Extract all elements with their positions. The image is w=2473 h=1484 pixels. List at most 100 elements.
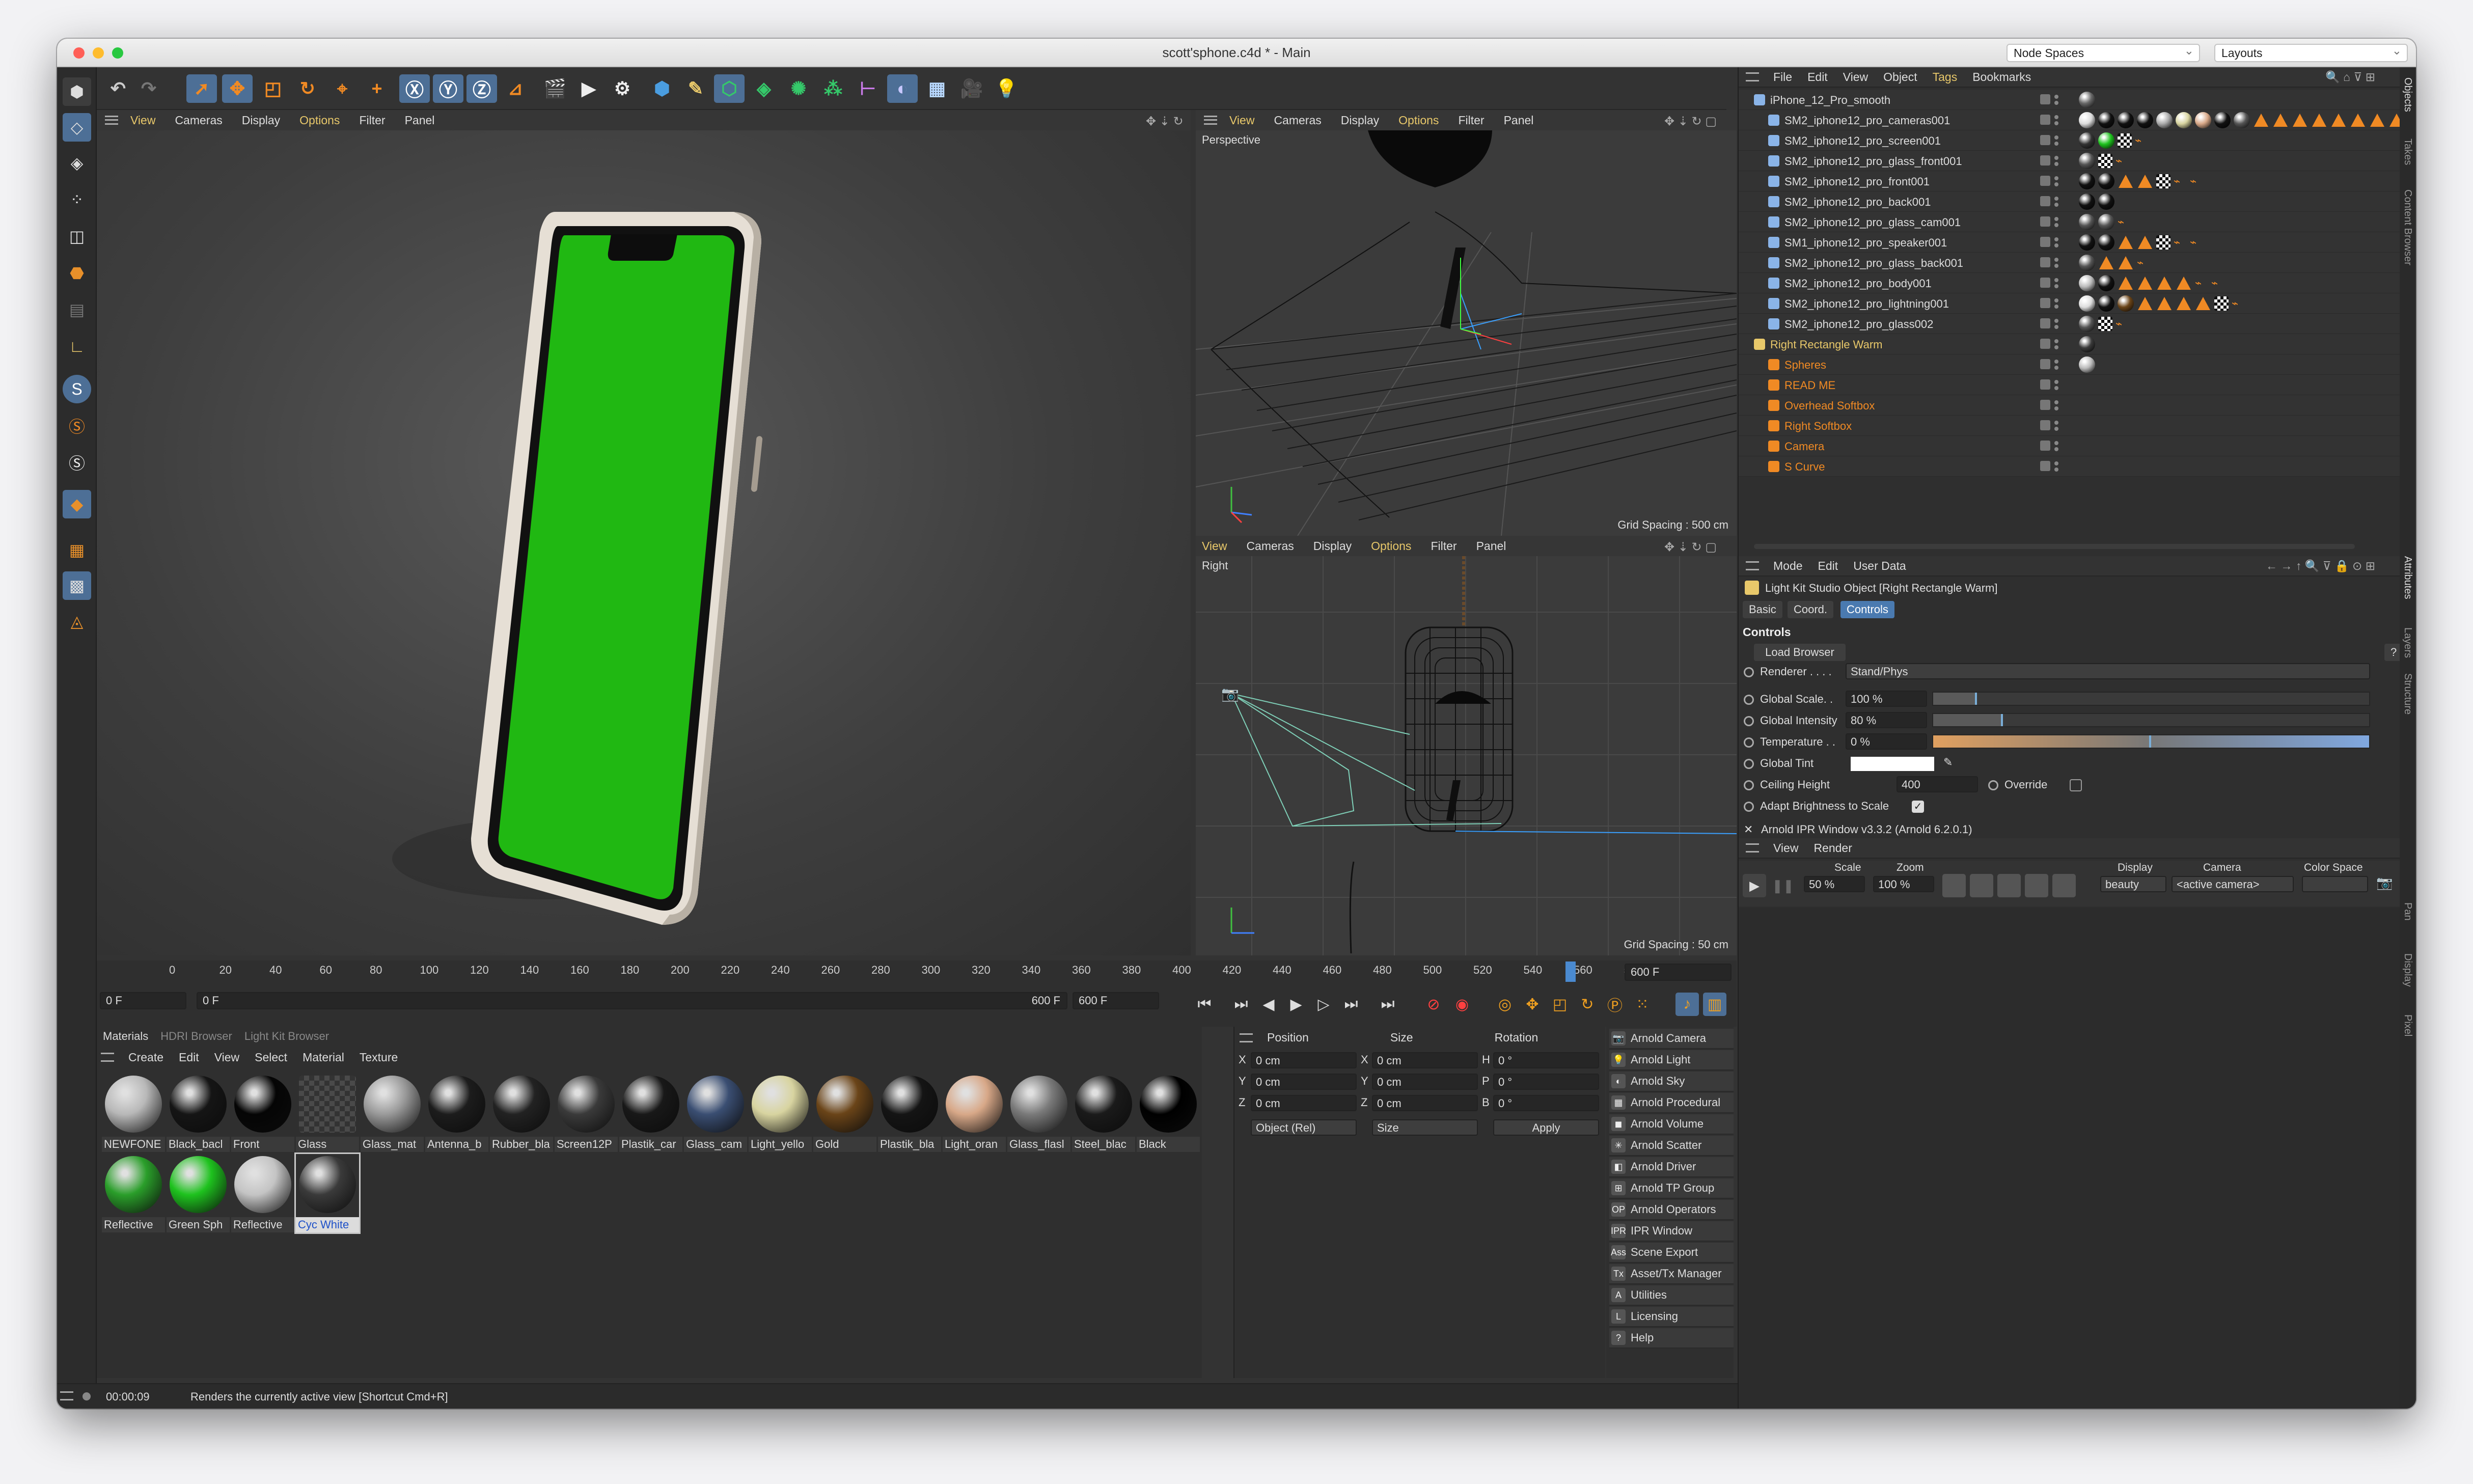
phong-tag-icon[interactable] bbox=[2157, 297, 2172, 310]
layer-icon[interactable] bbox=[2040, 278, 2050, 288]
material-item[interactable]: NEWFONE bbox=[102, 1074, 165, 1152]
add-tool-icon[interactable]: + bbox=[362, 74, 392, 103]
render-settings-icon[interactable]: ⚙ bbox=[607, 74, 638, 103]
ipr-camera-dropdown[interactable]: <active camera> bbox=[2172, 876, 2294, 892]
coordinate-mode-dropdown[interactable]: Object (Rel) bbox=[1251, 1119, 1357, 1136]
arnold-menu-item[interactable]: Ass Scene Export bbox=[1609, 1243, 1734, 1263]
quantize-icon[interactable]: Ⓢ bbox=[63, 448, 91, 477]
viewport-nav-icons[interactable]: ✥ ⇣ ↻ ▢ bbox=[1664, 540, 1717, 555]
timeline-playhead[interactable] bbox=[1565, 961, 1576, 982]
selection-tag-icon[interactable]: ⌁ bbox=[2135, 134, 2148, 147]
object-row[interactable]: SM2_iphone12_pro_body001 ⌁ ⌁ bbox=[1739, 273, 2401, 293]
key-rotation-icon[interactable]: ↻ bbox=[1576, 993, 1599, 1016]
panel-menu[interactable]: Panel bbox=[1504, 114, 1534, 127]
options-menu[interactable]: Options bbox=[1398, 114, 1439, 127]
material-item[interactable]: Black bbox=[1137, 1074, 1200, 1152]
editor-visibility-dot[interactable] bbox=[2054, 441, 2058, 445]
editor-visibility-dot[interactable] bbox=[2054, 156, 2058, 160]
x-axis-lock-icon[interactable]: Ⓧ bbox=[399, 74, 430, 103]
ipr-play-icon[interactable]: ▶ bbox=[1743, 874, 1766, 897]
phong-tag-icon[interactable] bbox=[2177, 297, 2191, 310]
tab-materials[interactable]: Materials bbox=[97, 1027, 154, 1046]
material-item[interactable]: Black_bacl bbox=[167, 1074, 230, 1152]
object-name[interactable]: iPhone_12_Pro_smooth bbox=[1770, 94, 1890, 107]
material-item[interactable]: Glass_mat bbox=[361, 1074, 424, 1152]
render-visibility-dot[interactable] bbox=[2054, 121, 2058, 125]
cameras-menu[interactable]: Cameras bbox=[1274, 114, 1321, 127]
side-tab-objects[interactable]: Objects bbox=[2402, 77, 2413, 112]
editor-visibility-dot[interactable] bbox=[2054, 95, 2058, 99]
ipr-side-tab-pixel[interactable]: Pixel bbox=[2402, 1014, 2413, 1036]
user-data-menu[interactable]: User Data bbox=[1853, 559, 1906, 573]
polygons-mode-icon[interactable]: ⬣ bbox=[63, 259, 91, 287]
make-editable-icon[interactable]: ⬢ bbox=[63, 77, 91, 106]
view-menu[interactable]: View bbox=[1229, 114, 1254, 127]
material-item[interactable]: Plastik_bla bbox=[878, 1074, 941, 1152]
deformer-icon[interactable]: ⊢ bbox=[853, 74, 883, 103]
object-row[interactable]: READ ME bbox=[1739, 375, 2401, 395]
ipr-zoom-field[interactable]: 100 % bbox=[1873, 876, 1934, 892]
material-tag-icon[interactable] bbox=[2079, 194, 2095, 210]
global-scale-slider[interactable] bbox=[1932, 692, 2370, 706]
next-frame-icon[interactable]: ▷ bbox=[1312, 993, 1335, 1016]
layer-icon[interactable] bbox=[2040, 461, 2050, 471]
timeline-ruler[interactable]: 0 20 40 60 80 100 120 140 160 180 200 220 240 260 280 3… bbox=[97, 960, 1737, 983]
tab-basic[interactable]: Basic bbox=[1743, 601, 1782, 618]
selection-tag-icon[interactable]: ⌁ bbox=[2195, 277, 2208, 290]
object-name[interactable]: SM2_iphone12_pro_cameras001 bbox=[1784, 114, 1950, 127]
tab-coord[interactable]: Coord. bbox=[1788, 601, 1834, 618]
material-tag-icon[interactable] bbox=[2098, 214, 2114, 230]
texture-mode-icon[interactable]: ◈ bbox=[63, 149, 91, 177]
material-item[interactable]: Rubber_bla bbox=[490, 1074, 553, 1152]
ipr-side-tab-pan[interactable]: Pan bbox=[2402, 902, 2413, 921]
material-item[interactable]: Front bbox=[231, 1074, 294, 1152]
render-visibility-dot[interactable] bbox=[2054, 406, 2058, 410]
material-tag-icon[interactable] bbox=[2098, 194, 2114, 210]
locked-workplane-icon[interactable]: ▩ bbox=[63, 571, 91, 600]
object-name[interactable]: SM2_iphone12_pro_screen001 bbox=[1784, 134, 1941, 148]
phong-tag-icon[interactable] bbox=[2138, 236, 2152, 249]
material-tag-icon[interactable] bbox=[2118, 295, 2134, 312]
ipr-region-icon[interactable] bbox=[1942, 874, 1966, 897]
object-row[interactable]: Right Rectangle Warm bbox=[1739, 334, 2401, 354]
material-menu-item[interactable]: Material bbox=[303, 1051, 344, 1064]
recent-tools-icon[interactable]: ⌖ bbox=[327, 74, 358, 103]
global-intensity-slider[interactable] bbox=[1932, 713, 2370, 727]
object-name[interactable]: Camera bbox=[1784, 440, 1824, 453]
cloner-icon[interactable]: ✺ bbox=[783, 74, 814, 103]
render-visibility-dot[interactable] bbox=[2054, 243, 2058, 248]
position-z-field[interactable]: 0 cm bbox=[1251, 1095, 1357, 1111]
layer-icon[interactable] bbox=[2040, 257, 2050, 267]
view-menu[interactable]: View bbox=[1202, 539, 1227, 553]
layer-icon[interactable] bbox=[2040, 216, 2050, 227]
previous-frame-icon[interactable]: ◀ bbox=[1257, 993, 1280, 1016]
material-menu-icon[interactable] bbox=[101, 1053, 114, 1062]
material-item[interactable]: Reflective bbox=[231, 1154, 294, 1232]
tab-controls[interactable]: Controls bbox=[1840, 601, 1894, 618]
selection-tag-icon[interactable]: ⌁ bbox=[2190, 236, 2203, 249]
light-icon[interactable]: 💡 bbox=[991, 74, 1022, 103]
layer-icon[interactable] bbox=[2040, 115, 2050, 125]
ipr-render-area[interactable] bbox=[1739, 908, 2401, 1409]
pen-icon[interactable]: ✎ bbox=[680, 74, 711, 103]
schedule-icon[interactable]: ♪ bbox=[1675, 993, 1699, 1016]
view-menu[interactable]: View bbox=[214, 1051, 239, 1064]
render-visibility-dot[interactable] bbox=[2054, 345, 2058, 349]
material-tag-icon[interactable] bbox=[2176, 112, 2192, 128]
object-name[interactable]: SM2_iphone12_pro_body001 bbox=[1784, 277, 1932, 290]
autokey-icon[interactable]: ◉ bbox=[1450, 993, 1474, 1016]
material-tag-icon[interactable] bbox=[2079, 275, 2095, 291]
material-tag-icon[interactable] bbox=[2234, 112, 2250, 128]
arnold-menu-item[interactable]: ? Help bbox=[1609, 1328, 1734, 1349]
phong-tag-icon[interactable] bbox=[2196, 297, 2210, 310]
editor-visibility-dot[interactable] bbox=[2054, 360, 2058, 364]
load-browser-button[interactable]: Load Browser bbox=[1754, 644, 1846, 661]
camera-icon[interactable]: 🎥 bbox=[956, 74, 987, 103]
arnold-menu-item[interactable]: ⊞ Arnold TP Group bbox=[1609, 1178, 1734, 1199]
phong-tag-icon[interactable] bbox=[2138, 297, 2152, 310]
ipr-pause-icon[interactable]: ❚❚ bbox=[1771, 874, 1795, 897]
global-scale-field[interactable]: 100 % bbox=[1846, 691, 1927, 707]
render-visibility-dot[interactable] bbox=[2054, 182, 2058, 186]
rotate-tool-icon[interactable]: ↻ bbox=[292, 74, 323, 103]
cameras-menu[interactable]: Cameras bbox=[175, 114, 222, 127]
